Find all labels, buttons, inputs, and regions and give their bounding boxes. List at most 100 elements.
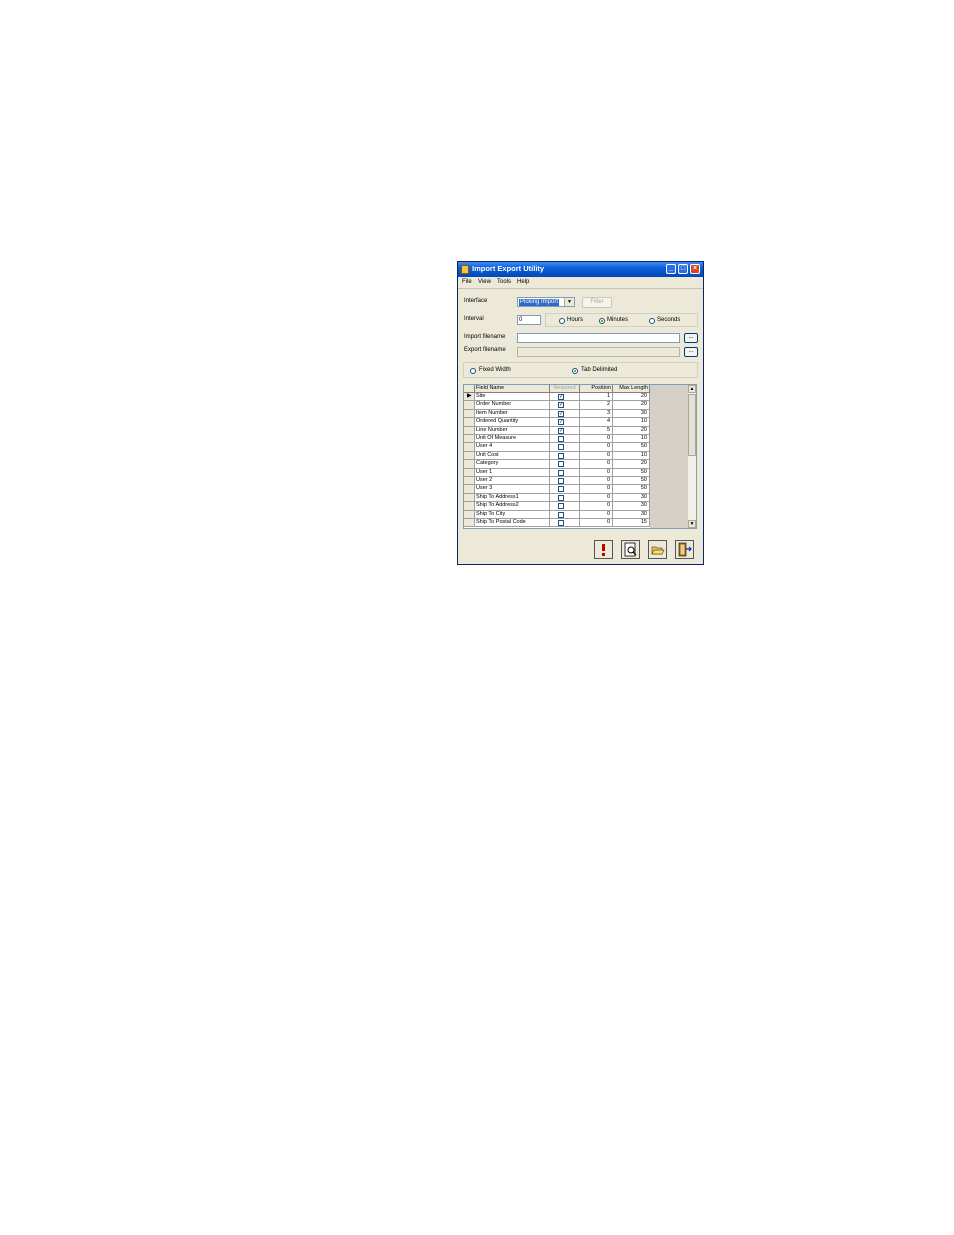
scroll-thumb[interactable] <box>688 394 696 456</box>
position-cell[interactable]: 0 <box>580 502 613 511</box>
table-row[interactable]: Category 0 20 <box>464 460 650 469</box>
row-selector[interactable] <box>464 409 475 419</box>
table-row[interactable]: Ship To Address2 0 30 <box>464 502 650 511</box>
row-selector[interactable] <box>464 468 475 477</box>
field-name-cell[interactable]: Item Number <box>475 409 550 419</box>
import-filename-input[interactable] <box>517 333 680 343</box>
required-cell[interactable] <box>550 451 580 461</box>
field-name-cell[interactable]: Ordered Quantity <box>475 418 550 427</box>
row-selector[interactable] <box>464 477 475 486</box>
field-name-cell[interactable]: User 2 <box>475 477 550 486</box>
menu-view[interactable]: View <box>478 279 491 285</box>
field-name-cell[interactable]: Ship To Postal Code <box>475 519 550 528</box>
menu-help[interactable]: Help <box>517 279 529 285</box>
required-cell[interactable] <box>550 443 580 452</box>
tab-delimited-radio[interactable] <box>572 368 578 374</box>
chevron-down-icon[interactable]: ▼ <box>564 298 574 306</box>
table-row[interactable]: User 2 0 50 <box>464 477 650 486</box>
row-selector[interactable] <box>464 451 475 461</box>
hours-radio[interactable] <box>559 318 565 324</box>
max-length-cell[interactable]: 30 <box>613 409 650 419</box>
table-row[interactable]: Ship To Address1 0 30 <box>464 493 650 503</box>
header-position[interactable]: Position <box>580 385 613 393</box>
row-selector[interactable] <box>464 485 475 494</box>
field-name-cell[interactable]: User 3 <box>475 485 550 494</box>
scroll-down-icon[interactable]: ▼ <box>688 520 696 528</box>
required-cell[interactable]: ✓ <box>550 401 580 410</box>
row-selector[interactable]: ▶ <box>464 393 475 402</box>
preview-button[interactable] <box>621 540 640 559</box>
exit-button[interactable] <box>675 540 694 559</box>
required-checkbox[interactable] <box>558 469 564 476</box>
required-checkbox[interactable]: ✓ <box>558 410 564 417</box>
fixed-width-radio[interactable] <box>470 368 476 374</box>
max-length-cell[interactable]: 20 <box>613 401 650 410</box>
row-selector[interactable] <box>464 519 475 528</box>
field-grid[interactable]: Field Name Required Position Max Length … <box>463 384 697 529</box>
row-selector[interactable] <box>464 443 475 452</box>
field-name-cell[interactable]: Unit Cost <box>475 451 550 461</box>
row-selector[interactable] <box>464 418 475 427</box>
max-length-cell[interactable]: 50 <box>613 468 650 477</box>
required-checkbox[interactable] <box>558 494 564 501</box>
interface-select[interactable]: Picking Import ▼ <box>517 297 575 307</box>
table-row[interactable]: User 1 0 50 <box>464 468 650 477</box>
position-cell[interactable]: 0 <box>580 485 613 494</box>
position-cell[interactable]: 5 <box>580 426 613 435</box>
required-checkbox[interactable] <box>558 436 564 442</box>
header-required[interactable]: Required <box>550 385 580 393</box>
max-length-cell[interactable]: 15 <box>613 519 650 528</box>
position-cell[interactable]: 0 <box>580 477 613 486</box>
field-name-cell[interactable]: User 4 <box>475 443 550 452</box>
export-browse-button[interactable]: ... <box>684 347 698 357</box>
row-selector[interactable] <box>464 426 475 435</box>
position-cell[interactable]: 0 <box>580 468 613 477</box>
max-length-cell[interactable]: 30 <box>613 502 650 511</box>
table-row[interactable]: Ship To City 0 30 <box>464 510 650 519</box>
required-cell[interactable] <box>550 510 580 519</box>
required-checkbox[interactable] <box>558 478 564 484</box>
required-checkbox[interactable]: ✓ <box>558 419 564 426</box>
field-name-cell[interactable]: User 1 <box>475 468 550 477</box>
required-checkbox[interactable] <box>558 486 564 493</box>
required-checkbox[interactable] <box>558 520 564 526</box>
seconds-radio[interactable] <box>649 318 655 324</box>
required-cell[interactable]: ✓ <box>550 426 580 435</box>
minutes-radio[interactable] <box>599 318 605 324</box>
filter-button[interactable]: Filter <box>582 297 612 308</box>
position-cell[interactable]: 1 <box>580 393 613 402</box>
table-row[interactable]: Line Number ✓ 5 20 <box>464 426 650 435</box>
table-row[interactable]: User 4 0 50 <box>464 443 650 452</box>
max-length-cell[interactable]: 10 <box>613 418 650 427</box>
required-checkbox[interactable]: ✓ <box>558 427 564 434</box>
position-cell[interactable]: 4 <box>580 418 613 427</box>
required-cell[interactable]: ✓ <box>550 393 580 402</box>
table-row[interactable]: Ordered Quantity ✓ 4 10 <box>464 418 650 427</box>
menu-tools[interactable]: Tools <box>497 279 511 285</box>
required-checkbox[interactable] <box>558 452 564 459</box>
required-checkbox[interactable] <box>558 503 564 510</box>
max-length-cell[interactable]: 20 <box>613 393 650 402</box>
run-button[interactable] <box>594 540 613 559</box>
position-cell[interactable]: 0 <box>580 460 613 469</box>
row-selector[interactable] <box>464 493 475 503</box>
required-cell[interactable] <box>550 468 580 477</box>
minimize-button[interactable]: _ <box>666 264 676 274</box>
menu-file[interactable]: File <box>462 279 472 285</box>
position-cell[interactable]: 0 <box>580 510 613 519</box>
required-cell[interactable]: ✓ <box>550 418 580 427</box>
max-length-cell[interactable]: 30 <box>613 510 650 519</box>
required-cell[interactable] <box>550 502 580 511</box>
required-checkbox[interactable]: ✓ <box>558 402 564 409</box>
required-checkbox[interactable]: ✓ <box>558 394 564 400</box>
scroll-up-icon[interactable]: ▲ <box>688 385 696 393</box>
interval-input[interactable]: 0 <box>517 315 541 325</box>
row-selector[interactable] <box>464 510 475 519</box>
position-cell[interactable]: 2 <box>580 401 613 410</box>
export-filename-input[interactable] <box>517 347 680 357</box>
row-selector[interactable] <box>464 502 475 511</box>
max-length-cell[interactable]: 10 <box>613 435 650 444</box>
table-row[interactable]: Order Number ✓ 2 20 <box>464 401 650 410</box>
required-cell[interactable] <box>550 435 580 444</box>
table-row[interactable]: Ship To Postal Code 0 15 <box>464 519 650 528</box>
